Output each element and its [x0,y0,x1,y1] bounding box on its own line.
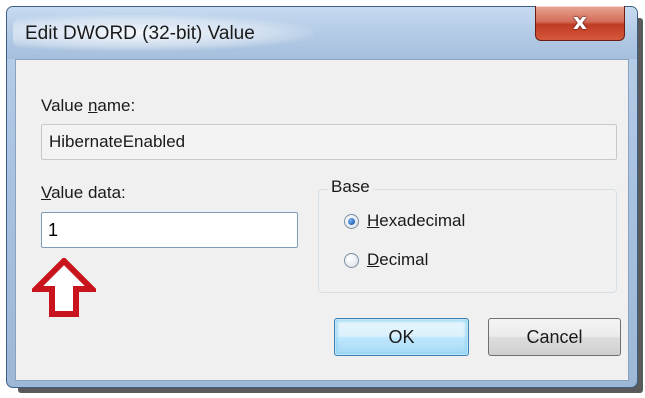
radio-decimal-label: Decimal [367,250,429,269]
ok-button[interactable]: OK [334,318,469,356]
close-button[interactable]: x [535,6,625,41]
radio-decimal[interactable]: Decimal [344,250,428,270]
cancel-button[interactable]: Cancel [488,318,621,356]
base-groupbox [318,189,617,293]
dialog-window: Edit DWORD (32-bit) Value x Value name: … [6,6,638,388]
title-bar[interactable]: Edit DWORD (32-bit) Value x [7,6,637,59]
radio-button-unchecked[interactable] [344,252,359,268]
close-icon: x [572,9,588,35]
up-arrow-annotation-icon [32,258,96,317]
dialog-body: Value name: HibernateEnabled Value data:… [15,59,629,381]
value-name-field: HibernateEnabled [41,124,617,160]
value-data-label: Value data: [41,183,126,202]
base-legend: Base [328,177,373,197]
radio-hexadecimal-label: Hexadecimal [367,211,466,230]
value-name-label: Value name: [41,96,136,115]
value-data-input[interactable] [41,212,298,248]
radio-hexadecimal[interactable]: Hexadecimal [344,211,465,231]
radio-button-checked[interactable] [344,213,359,229]
window-title: Edit DWORD (32-bit) Value [25,23,255,44]
